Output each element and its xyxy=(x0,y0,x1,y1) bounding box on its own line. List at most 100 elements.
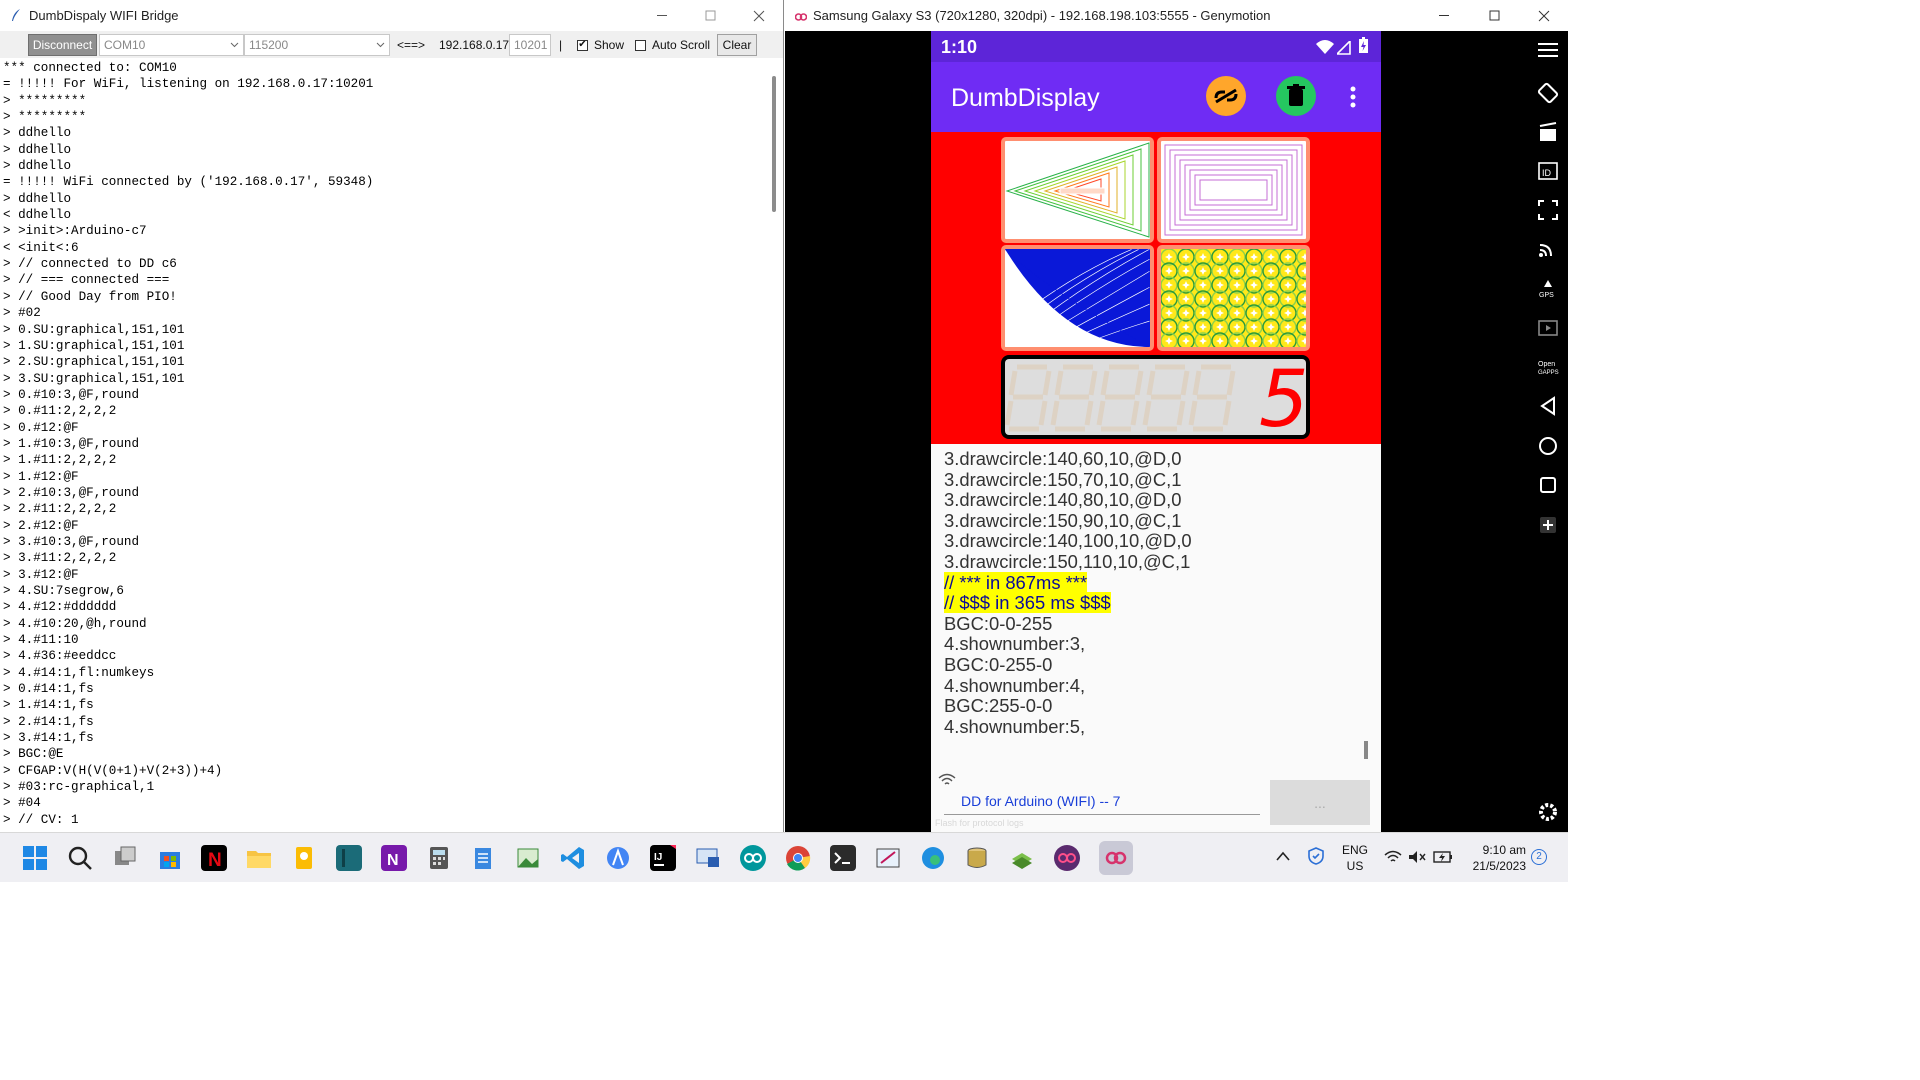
menu-icon[interactable] xyxy=(1537,39,1559,61)
com-port-value: COM10 xyxy=(104,38,146,52)
android-status-bar: 1:10 xyxy=(931,31,1381,62)
database-icon[interactable] xyxy=(964,845,990,871)
microsoft-store-icon[interactable] xyxy=(157,845,183,871)
maximize-icon[interactable] xyxy=(688,0,734,31)
home-icon[interactable] xyxy=(1537,435,1559,457)
snipping-tool-icon[interactable] xyxy=(875,845,901,871)
intellij-icon[interactable]: IJ xyxy=(650,845,676,871)
device-id-icon[interactable]: ID xyxy=(1537,160,1559,182)
settings-icon[interactable] xyxy=(1537,801,1559,823)
media-icon[interactable] xyxy=(1537,317,1559,339)
bridge-titlebar[interactable]: DumbDispaly WIFI Bridge xyxy=(0,0,783,31)
start-icon[interactable] xyxy=(22,845,48,871)
chrome-icon[interactable] xyxy=(785,845,811,871)
bridge-title: DumbDispaly WIFI Bridge xyxy=(29,8,179,23)
ip-label: 192.168.0.17: xyxy=(439,38,513,52)
clear-button[interactable]: Clear xyxy=(717,34,757,56)
arduino-icon[interactable] xyxy=(740,845,766,871)
bridge-window: DumbDispaly WIFI Bridge Disconnect COM10… xyxy=(0,0,784,832)
terminal-icon[interactable] xyxy=(830,845,856,871)
pattern-star xyxy=(1250,309,1258,317)
log-line: > 0.#10:3,@F,round xyxy=(3,387,140,402)
baud-rate-select[interactable]: 115200 xyxy=(244,34,390,56)
capture-icon[interactable] xyxy=(1537,121,1559,143)
photos-icon[interactable] xyxy=(515,845,541,871)
send-button[interactable]: ... xyxy=(1270,780,1370,825)
app-stack-icon[interactable] xyxy=(1009,845,1035,871)
close-icon[interactable] xyxy=(1521,0,1567,31)
pattern-star xyxy=(1284,295,1292,303)
recents-icon[interactable] xyxy=(1537,474,1559,496)
baud-rate-value: 115200 xyxy=(249,38,289,52)
clock[interactable]: 9:10 am 21/5/2023 xyxy=(1466,842,1526,874)
network-icon[interactable] xyxy=(1384,850,1402,867)
open-gapps-icon[interactable]: Open GAPPS xyxy=(1537,356,1559,378)
notebook-icon[interactable] xyxy=(336,845,362,871)
app-title: DumbDisplay xyxy=(951,84,1100,112)
rotate-icon[interactable] xyxy=(1537,82,1559,104)
windows-taskbar: N N IJ ENG US 9:10 am 21/5/2023 2 xyxy=(0,832,1568,882)
dd-layout-canvas[interactable]: 5 xyxy=(931,132,1381,445)
separator: | xyxy=(559,38,563,52)
notepad-icon[interactable] xyxy=(470,845,496,871)
genymotion-taskbar-icon[interactable] xyxy=(1054,845,1080,871)
unlink-icon[interactable] xyxy=(1206,76,1246,116)
gps-icon[interactable]: GPS xyxy=(1537,278,1559,300)
dd-log-line: 4.shownumber:4, xyxy=(944,674,1381,697)
remote-desktop-icon[interactable] xyxy=(695,845,721,871)
pixel-perfect-icon[interactable] xyxy=(1537,199,1559,221)
notification-badge[interactable]: 2 xyxy=(1531,849,1547,865)
close-icon[interactable] xyxy=(736,0,782,31)
netflix-icon[interactable]: N xyxy=(201,845,227,871)
svg-text:IJ: IJ xyxy=(654,852,662,863)
chevron-down-icon xyxy=(230,42,239,48)
android-studio-icon[interactable] xyxy=(605,845,631,871)
cast-icon[interactable] xyxy=(1537,237,1559,259)
pattern-star xyxy=(1199,295,1207,303)
language-indicator[interactable]: ENG US xyxy=(1342,842,1368,874)
app-bar: DumbDisplay xyxy=(931,62,1381,132)
phone-screen[interactable]: 1:10 DumbDisplay 5 3.drawcircle:140,60,1… xyxy=(931,31,1381,832)
dd-log-lines[interactable]: 3.drawcircle:140,60,10,@D,0 3.drawcircle:… xyxy=(931,448,1381,749)
seven-segment-layer[interactable]: 5 xyxy=(1001,355,1310,445)
task-view-icon[interactable] xyxy=(112,845,138,871)
minimize-icon[interactable] xyxy=(1422,0,1468,31)
onenote-icon[interactable]: N xyxy=(381,845,407,871)
lines-scrollbar[interactable] xyxy=(1364,741,1368,759)
search-icon[interactable] xyxy=(67,845,93,871)
log-output[interactable]: *** connected to: COM10 = !!!!! For WiFi,… xyxy=(0,60,766,832)
port-input[interactable]: 10201 xyxy=(509,34,551,56)
emulator-titlebar[interactable]: Samsung Galaxy S3 (720x1280, 320dpi) - 1… xyxy=(785,0,1568,31)
battery-charging-icon[interactable] xyxy=(1433,850,1453,867)
overflow-menu-icon[interactable] xyxy=(1343,86,1363,110)
add-icon[interactable] xyxy=(1537,514,1559,536)
clock-time: 9:10 am xyxy=(1482,843,1526,857)
volume-muted-icon[interactable] xyxy=(1408,850,1426,867)
graphical-layer-3[interactable] xyxy=(1157,245,1310,351)
genymotion-active-icon[interactable] xyxy=(1099,841,1133,875)
minimize-icon[interactable] xyxy=(640,0,686,31)
bridge-toolbar: Disconnect COM10 115200 <==> 192.168.0.1… xyxy=(0,31,783,58)
show-checkbox[interactable]: ✔ Show xyxy=(577,34,624,56)
dd-log-text: 4.shownumber:4, xyxy=(944,674,1086,696)
log-scrollbar[interactable] xyxy=(772,76,776,212)
back-icon[interactable] xyxy=(1537,395,1559,417)
file-explorer-icon[interactable] xyxy=(246,845,272,871)
graphical-layer-2[interactable] xyxy=(1001,245,1154,351)
maximize-icon[interactable] xyxy=(1472,0,1518,31)
graphical-layer-1[interactable] xyxy=(1157,137,1310,243)
calculator-icon[interactable] xyxy=(426,845,452,871)
trash-icon[interactable] xyxy=(1276,76,1316,116)
connection-label: DD for Arduino (WIFI) -- 7 xyxy=(961,793,1121,809)
disconnect-button[interactable]: Disconnect xyxy=(28,34,97,56)
edge-icon[interactable] xyxy=(920,845,946,871)
chevron-up-icon[interactable] xyxy=(1276,850,1290,864)
defender-icon[interactable] xyxy=(1308,847,1324,868)
graphical-layer-0[interactable] xyxy=(1001,137,1154,243)
auto-scroll-checkbox[interactable]: Auto Scroll xyxy=(635,34,710,56)
dd-log-line: // $$$ in 365 ms $$$ xyxy=(944,592,1381,614)
keep-notes-icon[interactable] xyxy=(291,845,317,871)
vscode-icon[interactable] xyxy=(560,845,586,871)
log-line: > 3.#10:3,@F,round xyxy=(3,534,140,549)
com-port-select[interactable]: COM10 xyxy=(99,34,244,56)
